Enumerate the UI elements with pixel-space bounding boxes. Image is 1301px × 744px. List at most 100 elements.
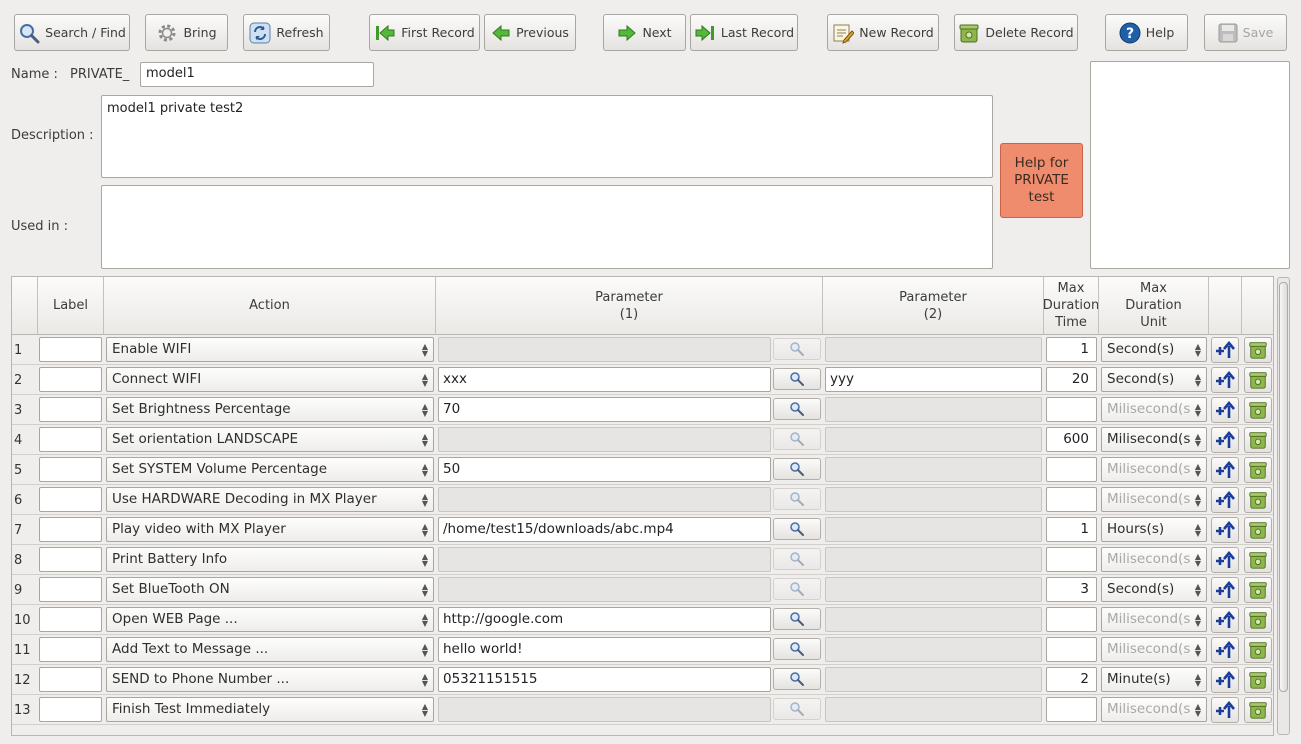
delete-row-button[interactable] [1244,577,1272,603]
label-cell-input[interactable] [39,547,102,572]
help-private-test-button[interactable]: Help for PRIVATE test [1000,143,1083,218]
header-max-duration-time[interactable]: Max Duration Time [1044,277,1099,335]
parameter-lookup-button[interactable] [773,428,821,450]
parameter-lookup-button[interactable] [773,578,821,600]
action-select[interactable]: Add Text to Message ... ▲ ▼ [106,637,434,662]
action-select[interactable]: Enable WIFI ▲ ▼ [106,337,434,362]
parameter-lookup-button[interactable] [773,458,821,480]
previous-button[interactable]: Previous [484,14,576,51]
parameter-lookup-button[interactable] [773,638,821,660]
label-cell-input[interactable] [39,517,102,542]
delete-row-button[interactable] [1244,697,1272,723]
insert-row-button[interactable] [1211,427,1239,453]
label-cell-input[interactable] [39,337,102,362]
max-duration-time-input[interactable]: 2 [1046,667,1097,692]
header-label[interactable]: Label [38,277,104,335]
new-record-button[interactable]: New Record [827,14,939,51]
next-button[interactable]: Next [603,14,686,51]
insert-row-button[interactable] [1211,697,1239,723]
parameter-1-input[interactable]: 50 [438,457,771,482]
refresh-button[interactable]: Refresh [243,14,330,51]
delete-row-button[interactable] [1244,367,1272,393]
label-cell-input[interactable] [39,697,102,722]
parameter-1-input[interactable]: /home/test15/downloads/abc.mp4 [438,517,771,542]
header-action[interactable]: Action [104,277,436,335]
label-cell-input[interactable] [39,367,102,392]
delete-row-button[interactable] [1244,667,1272,693]
parameter-2-input[interactable]: yyy [825,367,1042,392]
header-parameter-2[interactable]: Parameter (2) [823,277,1044,335]
action-select[interactable]: Use HARDWARE Decoding in MX Player ▲ ▼ [106,487,434,512]
max-duration-time-input[interactable] [1046,457,1097,482]
max-duration-time-input[interactable] [1046,397,1097,422]
max-duration-time-input[interactable]: 1 [1046,337,1097,362]
max-duration-time-input[interactable] [1046,607,1097,632]
label-cell-input[interactable] [39,577,102,602]
save-button[interactable]: Save [1204,14,1287,51]
label-cell-input[interactable] [39,637,102,662]
parameter-lookup-button[interactable] [773,698,821,720]
max-duration-unit-select[interactable]: Milisecond(s ▲ ▼ [1101,397,1207,422]
parameter-1-input[interactable]: xxx [438,367,771,392]
delete-row-button[interactable] [1244,397,1272,423]
label-cell-input[interactable] [39,427,102,452]
max-duration-unit-select[interactable]: Second(s) ▲ ▼ [1101,577,1207,602]
parameter-lookup-button[interactable] [773,398,821,420]
insert-row-button[interactable] [1211,397,1239,423]
last-record-button[interactable]: Last Record [690,14,798,51]
delete-row-button[interactable] [1244,517,1272,543]
help-button[interactable]: ? Help [1105,14,1188,51]
max-duration-unit-select[interactable]: Milisecond(s ▲ ▼ [1101,427,1207,452]
label-cell-input[interactable] [39,607,102,632]
header-parameter-1[interactable]: Parameter (1) [436,277,823,335]
label-cell-input[interactable] [39,397,102,422]
scrollbar-thumb[interactable] [1279,282,1288,692]
label-cell-input[interactable] [39,667,102,692]
delete-row-button[interactable] [1244,607,1272,633]
parameter-lookup-button[interactable] [773,338,821,360]
max-duration-unit-select[interactable]: Second(s) ▲ ▼ [1101,367,1207,392]
max-duration-unit-select[interactable]: Milisecond(s ▲ ▼ [1101,637,1207,662]
max-duration-unit-select[interactable]: Milisecond(s ▲ ▼ [1101,487,1207,512]
description-textarea[interactable]: model1 private test2 [101,95,993,178]
insert-row-button[interactable] [1211,667,1239,693]
max-duration-time-input[interactable]: 3 [1046,577,1097,602]
parameter-1-input[interactable]: http://google.com [438,607,771,632]
delete-row-button[interactable] [1244,547,1272,573]
max-duration-time-input[interactable]: 1 [1046,517,1097,542]
max-duration-unit-select[interactable]: Hours(s) ▲ ▼ [1101,517,1207,542]
delete-row-button[interactable] [1244,457,1272,483]
parameter-lookup-button[interactable] [773,668,821,690]
action-select[interactable]: Finish Test Immediately ▲ ▼ [106,697,434,722]
insert-row-button[interactable] [1211,547,1239,573]
max-duration-time-input[interactable] [1046,697,1097,722]
parameter-lookup-button[interactable] [773,488,821,510]
label-cell-input[interactable] [39,457,102,482]
max-duration-time-input[interactable] [1046,547,1097,572]
insert-row-button[interactable] [1211,607,1239,633]
max-duration-time-input[interactable] [1046,637,1097,662]
action-select[interactable]: Play video with MX Player ▲ ▼ [106,517,434,542]
delete-record-button[interactable]: Delete Record [954,14,1078,51]
vertical-scrollbar[interactable] [1277,277,1290,735]
max-duration-unit-select[interactable]: Second(s) ▲ ▼ [1101,337,1207,362]
action-select[interactable]: Set orientation LANDSCAPE ▲ ▼ [106,427,434,452]
parameter-lookup-button[interactable] [773,518,821,540]
max-duration-unit-select[interactable]: Minute(s) ▲ ▼ [1101,667,1207,692]
max-duration-time-input[interactable]: 600 [1046,427,1097,452]
max-duration-time-input[interactable]: 20 [1046,367,1097,392]
parameter-1-input[interactable]: hello world! [438,637,771,662]
parameter-lookup-button[interactable] [773,368,821,390]
max-duration-unit-select[interactable]: Milisecond(s ▲ ▼ [1101,607,1207,632]
max-duration-unit-select[interactable]: Milisecond(s ▲ ▼ [1101,697,1207,722]
insert-row-button[interactable] [1211,637,1239,663]
action-select[interactable]: Print Battery Info ▲ ▼ [106,547,434,572]
parameter-lookup-button[interactable] [773,548,821,570]
action-select[interactable]: Open WEB Page ... ▲ ▼ [106,607,434,632]
insert-row-button[interactable] [1211,577,1239,603]
header-max-duration-unit[interactable]: Max Duration Unit [1099,277,1209,335]
action-select[interactable]: Connect WIFI ▲ ▼ [106,367,434,392]
bring-button[interactable]: Bring [145,14,228,51]
first-record-button[interactable]: First Record [369,14,480,51]
delete-row-button[interactable] [1244,427,1272,453]
